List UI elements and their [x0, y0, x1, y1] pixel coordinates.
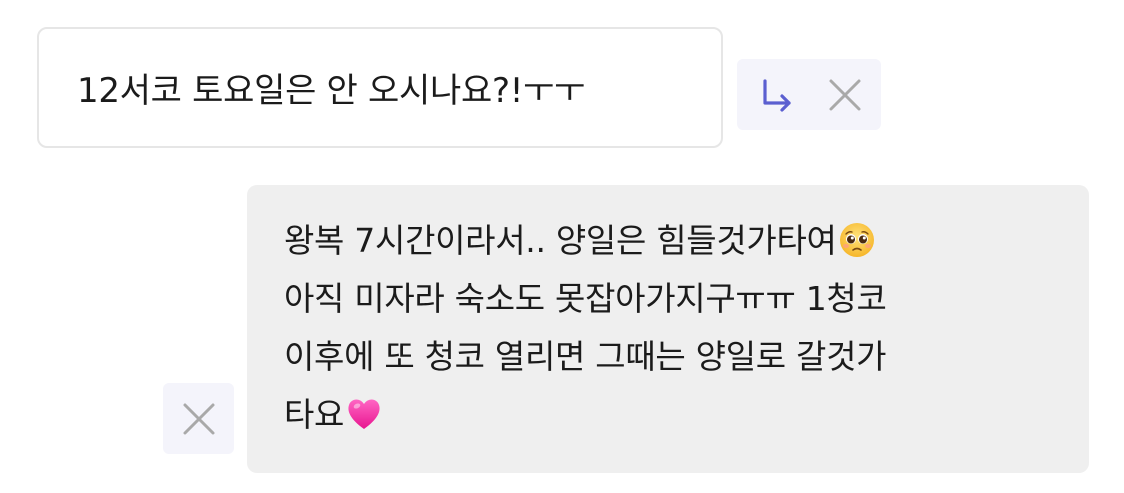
message-line-text: 왕복 7시간이라서.. 양일은 힘들것가타여	[284, 221, 837, 260]
pink-heart-emoji	[348, 399, 380, 429]
message-line: 아직 미자라 숙소도 못잡아가지구ㅠㅠ 1청코	[284, 270, 1051, 328]
message-line: 이후에 또 청코 열리면 그때는 양일로 갈것가	[284, 328, 1051, 386]
message-line-text: 타요	[284, 395, 345, 434]
incoming-message-text: 12서코 토요일은 안 오시나요?!ㅜㅜ	[77, 71, 586, 111]
pleading-face-emoji	[839, 223, 874, 257]
outgoing-message-bubble: 왕복 7시간이라서.. 양일은 힘들것가타여 아직 미자라 숙소도 못잡아가지구…	[247, 185, 1089, 473]
outgoing-message-actions	[163, 383, 234, 454]
chat-view: 12서코 토요일은 안 오시나요?!ㅜㅜ 왕복 7시간이라서.. 양일은 힘들것…	[0, 0, 1124, 493]
message-line: 타요	[284, 386, 1051, 444]
message-line-text: 이후에 또 청코 열리면 그때는 양일로 갈것가	[284, 337, 887, 376]
close-icon[interactable]	[827, 77, 863, 113]
close-icon[interactable]	[181, 401, 217, 437]
incoming-message-actions	[737, 59, 881, 130]
message-line-text: 아직 미자라 숙소도 못잡아가지구ㅠㅠ 1청코	[284, 279, 887, 318]
incoming-message-bubble: 12서코 토요일은 안 오시나요?!ㅜㅜ	[37, 27, 723, 148]
reply-arrow-icon[interactable]	[757, 75, 797, 115]
message-line: 왕복 7시간이라서.. 양일은 힘들것가타여	[284, 212, 1051, 270]
